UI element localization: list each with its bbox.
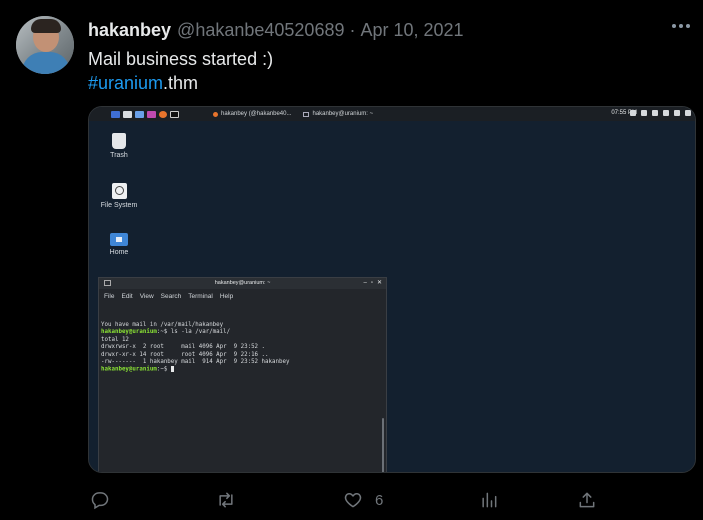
tweet-header: hakanbey @hakanbe40520689 · Apr 10, 2021 (88, 20, 464, 42)
more-dot (672, 24, 676, 28)
user-handle[interactable]: @hakanbe40520689 (177, 20, 344, 41)
taskbar-window: hakanbey (@hakanbe40... (209, 111, 295, 117)
menu-search: Search (160, 293, 182, 300)
terminal-menubar: File Edit View Search Terminal Help (99, 289, 386, 304)
shell-prompt: hakanbey@uranium (101, 329, 157, 336)
more-dot (686, 24, 690, 28)
desktop-taskbar: hakanbey (@hakanbe40... hakanbey@uranium… (89, 107, 695, 121)
taskbar-app-icon (123, 110, 132, 118)
like-count: 6 (375, 491, 384, 509)
tweet-date[interactable]: Apr 10, 2021 (360, 20, 463, 41)
terminal-line: total 12 (101, 337, 289, 344)
output-text: -rw------- 1 hakanbey mail 914 Apr 9 23:… (101, 359, 290, 366)
terminal-title: hakanbey@uranium: ~ (214, 280, 271, 286)
hashtag-line: #uranium.thm (88, 71, 198, 95)
output-text: drwxr-xr-x 14 root root 4096 Apr 9 22:16… (101, 351, 269, 358)
command-text: :~$ ls -la /var/mail/ (156, 329, 231, 336)
maximize-icon: ▫ (370, 280, 373, 286)
more-options-icon[interactable] (669, 14, 693, 38)
power-icon (685, 110, 691, 116)
shell-prompt: hakanbey@uranium (101, 366, 157, 373)
desktop-screenshot: hakanbey (@hakanbe40... hakanbey@uranium… (89, 107, 695, 472)
terminal-icon (104, 280, 111, 286)
firefox-icon (159, 110, 167, 118)
taskbar-app-icon (147, 110, 156, 118)
avatar-hair (31, 19, 61, 33)
heart-icon (344, 493, 362, 508)
menu-view: View (139, 293, 154, 300)
minimize-icon: – (363, 280, 367, 286)
menu-help: Help (219, 293, 234, 300)
retweet-icon (219, 492, 233, 508)
terminal-scrollbar (382, 418, 384, 472)
tweet-media-image[interactable]: hakanbey (@hakanbe40... hakanbey@uranium… (88, 106, 696, 473)
menu-terminal: Terminal (188, 293, 213, 300)
terminal-icon (170, 110, 179, 118)
bell-icon (652, 110, 658, 116)
desktop-icon-file-system: File System (94, 183, 144, 209)
desktop-icon-home: Home (94, 233, 144, 256)
tweet-text: Mail business started :) (88, 49, 274, 69)
taskbar-window-label: hakanbey@uranium: ~ (312, 111, 374, 117)
menu-edit: Edit (121, 293, 133, 300)
lock-icon (674, 110, 680, 116)
terminal-line: drwxrwsr-x 2 root mail 4096 Apr 9 23:52 … (101, 344, 289, 351)
output-text: You have mail in /var/mail/hakanbey (101, 322, 224, 328)
terminal-line: hakanbey@uranium:~$ (101, 366, 289, 374)
terminal-line: hakanbey@uranium:~$ ls -la /var/mail/ (101, 329, 289, 336)
output-text: drwxrwsr-x 2 root mail 4096 Apr 9 23:52 … (101, 344, 266, 351)
terminal-line: drwxr-xr-x 14 root root 4096 Apr 9 22:16… (101, 352, 289, 359)
tweet-actions: 6 (88, 486, 688, 516)
terminal-output: You have mail in /var/mail/hakanbey hakan… (101, 322, 289, 374)
analytics-icon (482, 492, 497, 508)
home-folder-icon (110, 233, 128, 246)
avatar[interactable] (16, 16, 74, 74)
terminal-icon (303, 111, 310, 117)
taskbar-window-label: hakanbey (@hakanbe40... (221, 111, 292, 117)
terminal-window: hakanbey@uranium: ~ – ▫ ✕ File Edit View… (98, 277, 387, 472)
drive-icon (111, 183, 127, 199)
terminal-titlebar: hakanbey@uranium: ~ – ▫ ✕ (99, 278, 386, 289)
output-text: total 12 (101, 336, 129, 343)
reply-button[interactable] (90, 486, 110, 514)
taskbar-window: hakanbey@uranium: ~ (299, 111, 377, 117)
hashtag-link[interactable]: #uranium (88, 73, 163, 93)
text-cursor (170, 366, 174, 373)
firefox-icon (213, 111, 218, 117)
share-icon (579, 492, 595, 508)
desktop-icon-trash: Trash (94, 133, 144, 159)
command-text: :~$ (156, 366, 171, 373)
trash-icon (112, 133, 126, 149)
like-button[interactable]: 6 (343, 486, 383, 514)
display-name[interactable]: hakanbey (88, 20, 171, 41)
desktop-icon-label: File System (100, 202, 138, 209)
terminal-line: -rw------- 1 hakanbey mail 914 Apr 9 23:… (101, 359, 289, 366)
views-button[interactable] (479, 486, 499, 514)
more-dot (679, 24, 683, 28)
close-icon: ✕ (376, 280, 382, 286)
share-button[interactable] (577, 486, 597, 514)
hashtag-suffix: .thm (163, 73, 199, 93)
taskbar-app-icon (111, 110, 120, 118)
separator-dot: · (349, 20, 356, 40)
system-tray (630, 110, 691, 116)
retweet-button[interactable] (216, 486, 236, 514)
desktop-icon-label: Home (109, 249, 129, 256)
window-controls: – ▫ ✕ (363, 278, 382, 289)
settings-icon (663, 110, 669, 116)
reply-icon (91, 492, 109, 510)
desktop-icon-label: Trash (110, 152, 128, 159)
taskbar-app-icon (135, 110, 144, 118)
taskbar-launchers (111, 110, 179, 118)
volume-icon (641, 110, 647, 116)
menu-file: File (104, 293, 115, 300)
display-icon (630, 110, 636, 116)
terminal-line: You have mail in /var/mail/hakanbey (101, 322, 289, 329)
